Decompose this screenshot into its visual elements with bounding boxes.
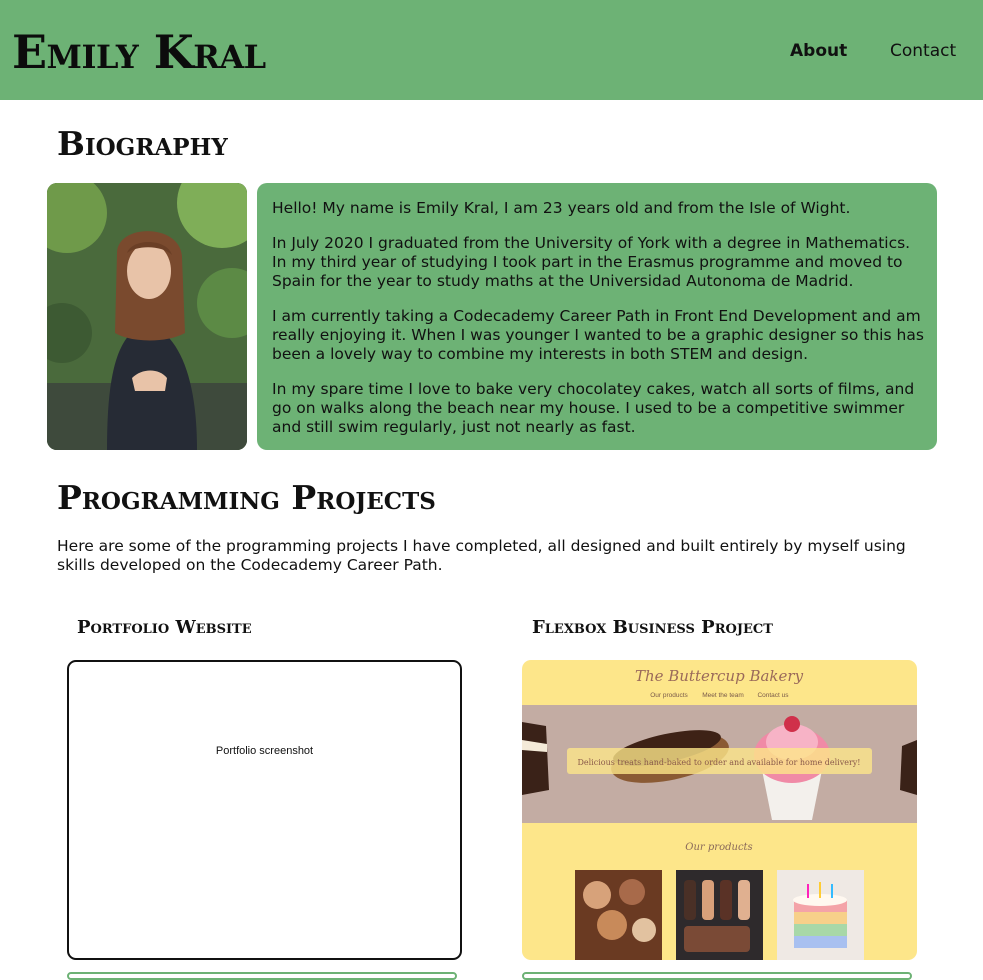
bakery-site-title: The Buttercup Bakery <box>635 667 804 685</box>
nav-contact-link[interactable]: Contact <box>890 40 956 62</box>
biography-heading: Biography <box>57 124 228 163</box>
projects-intro: Here are some of the programming project… <box>57 537 906 574</box>
portfolio-screenshot[interactable]: Portfolio screenshot <box>67 660 462 960</box>
site-header: Emily Kral About Contact <box>0 0 983 100</box>
bakery-banner: Delicious treats hand-baked to order and… <box>577 758 860 767</box>
projects-heading: Programming Projects <box>57 478 436 517</box>
biography-text-box: Hello! My name is Emily Kral, I am 23 ye… <box>257 183 937 450</box>
bakery-section-title: Our products <box>685 842 752 853</box>
project-card-edge <box>67 972 457 980</box>
project-card-edge <box>522 972 912 980</box>
bio-paragraph: I am currently taking a Codecademy Caree… <box>272 307 924 363</box>
bakery-nav-contact: Contact us <box>757 692 789 699</box>
portfolio-screenshot-label: Portfolio screenshot <box>215 745 314 757</box>
profile-photo <box>47 183 247 450</box>
bio-paragraph: In my spare time I love to bake very cho… <box>272 380 915 436</box>
bio-paragraph: Hello! My name is Emily Kral, I am 23 ye… <box>272 199 851 217</box>
nav-about-link[interactable]: About <box>790 40 847 62</box>
project-title-flexbox: Flexbox Business Project <box>532 617 773 638</box>
flexbox-project-screenshot[interactable]: The Buttercup Bakery Our products Meet t… <box>522 660 917 960</box>
bio-paragraph: In July 2020 I graduated from the Univer… <box>272 234 911 290</box>
site-logo[interactable]: Emily Kral <box>12 26 266 78</box>
project-title-portfolio: Portfolio Website <box>77 617 252 638</box>
bakery-nav-products: Our products <box>650 692 688 699</box>
bakery-nav-team: Meet the team <box>702 692 744 699</box>
